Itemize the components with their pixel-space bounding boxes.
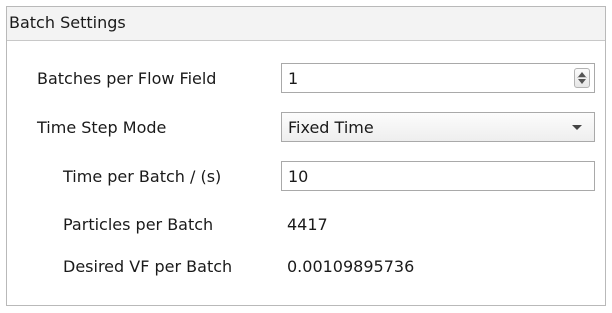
spin-down-arrow-icon[interactable] [578, 79, 586, 84]
chevron-down-icon[interactable] [572, 125, 582, 130]
desired-vf-per-batch-value: 0.00109895736 [287, 257, 415, 276]
particles-per-batch-value: 4417 [287, 215, 328, 234]
particles-per-batch-label: Particles per Batch [63, 215, 214, 234]
spin-up-down-icon[interactable] [574, 68, 590, 88]
time-step-mode-select[interactable]: Fixed Time [281, 112, 595, 142]
time-per-batch-value[interactable]: 10 [288, 167, 308, 186]
batches-per-flow-field-value[interactable]: 1 [288, 69, 298, 88]
desired-vf-per-batch-label: Desired VF per Batch [63, 257, 233, 276]
time-step-mode-value[interactable]: Fixed Time [288, 118, 374, 137]
batches-per-flow-field-spinbox[interactable]: 1 [281, 63, 595, 93]
batch-settings-panel: Batch Settings Batches per Flow Field 1 … [6, 6, 606, 306]
panel-header: Batch Settings [7, 7, 605, 41]
panel-title: Batch Settings [9, 13, 126, 32]
batches-per-flow-field-label: Batches per Flow Field [37, 69, 217, 88]
time-step-mode-label: Time Step Mode [37, 118, 167, 137]
time-per-batch-input[interactable]: 10 [281, 161, 595, 191]
spin-divider [577, 77, 587, 78]
time-per-batch-label: Time per Batch / (s) [63, 167, 222, 186]
